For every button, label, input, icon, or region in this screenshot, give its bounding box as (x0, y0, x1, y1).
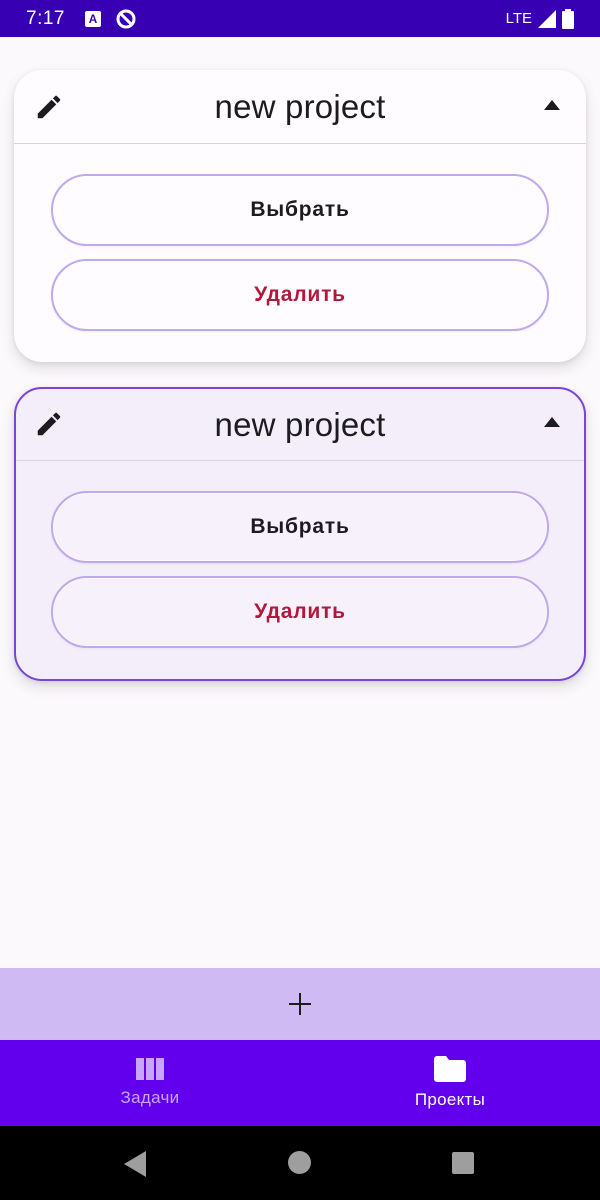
data-saver-icon (116, 9, 136, 28)
battery-icon (562, 8, 574, 29)
signal-icon (538, 9, 556, 28)
nav-label-projects: Проекты (414, 1090, 486, 1109)
status-time: 7:17 (26, 7, 65, 29)
system-navigation-bar (0, 1126, 600, 1200)
collapse-arrow-icon[interactable] (544, 100, 560, 110)
delete-project-button[interactable]: Удалить (51, 259, 549, 331)
select-project-button[interactable]: Выбрать (51, 491, 549, 563)
status-bar: 7:17 A LTE (0, 0, 600, 37)
home-icon[interactable] (288, 1151, 311, 1174)
columns-icon (136, 1058, 164, 1080)
nav-item-tasks[interactable]: Задачи (0, 1040, 300, 1126)
nav-item-projects[interactable]: Проекты (300, 1040, 600, 1126)
recents-icon[interactable] (452, 1152, 474, 1174)
edit-pencil-icon[interactable] (34, 409, 64, 439)
select-project-button[interactable]: Выбрать (51, 174, 549, 246)
back-icon[interactable] (122, 1151, 148, 1177)
delete-project-button[interactable]: Удалить (51, 576, 549, 648)
project-title: new project (214, 405, 386, 443)
plus-icon (289, 993, 311, 1015)
bottom-navigation: Задачи Проекты (0, 1040, 600, 1126)
add-project-button[interactable] (0, 968, 600, 1040)
project-card-header[interactable]: new project (16, 389, 584, 461)
folder-icon (434, 1056, 466, 1082)
nav-label-tasks: Задачи (120, 1088, 180, 1107)
project-card-header[interactable]: new project (14, 70, 586, 144)
collapse-arrow-icon[interactable] (544, 417, 560, 427)
project-title: new project (214, 87, 386, 125)
edit-pencil-icon[interactable] (34, 92, 64, 122)
keyboard-notification-icon: A (84, 10, 101, 27)
project-card-selected: new project Выбрать Удалить (14, 387, 586, 681)
network-type: LTE (505, 10, 532, 27)
project-card: new project Выбрать Удалить (14, 70, 586, 362)
